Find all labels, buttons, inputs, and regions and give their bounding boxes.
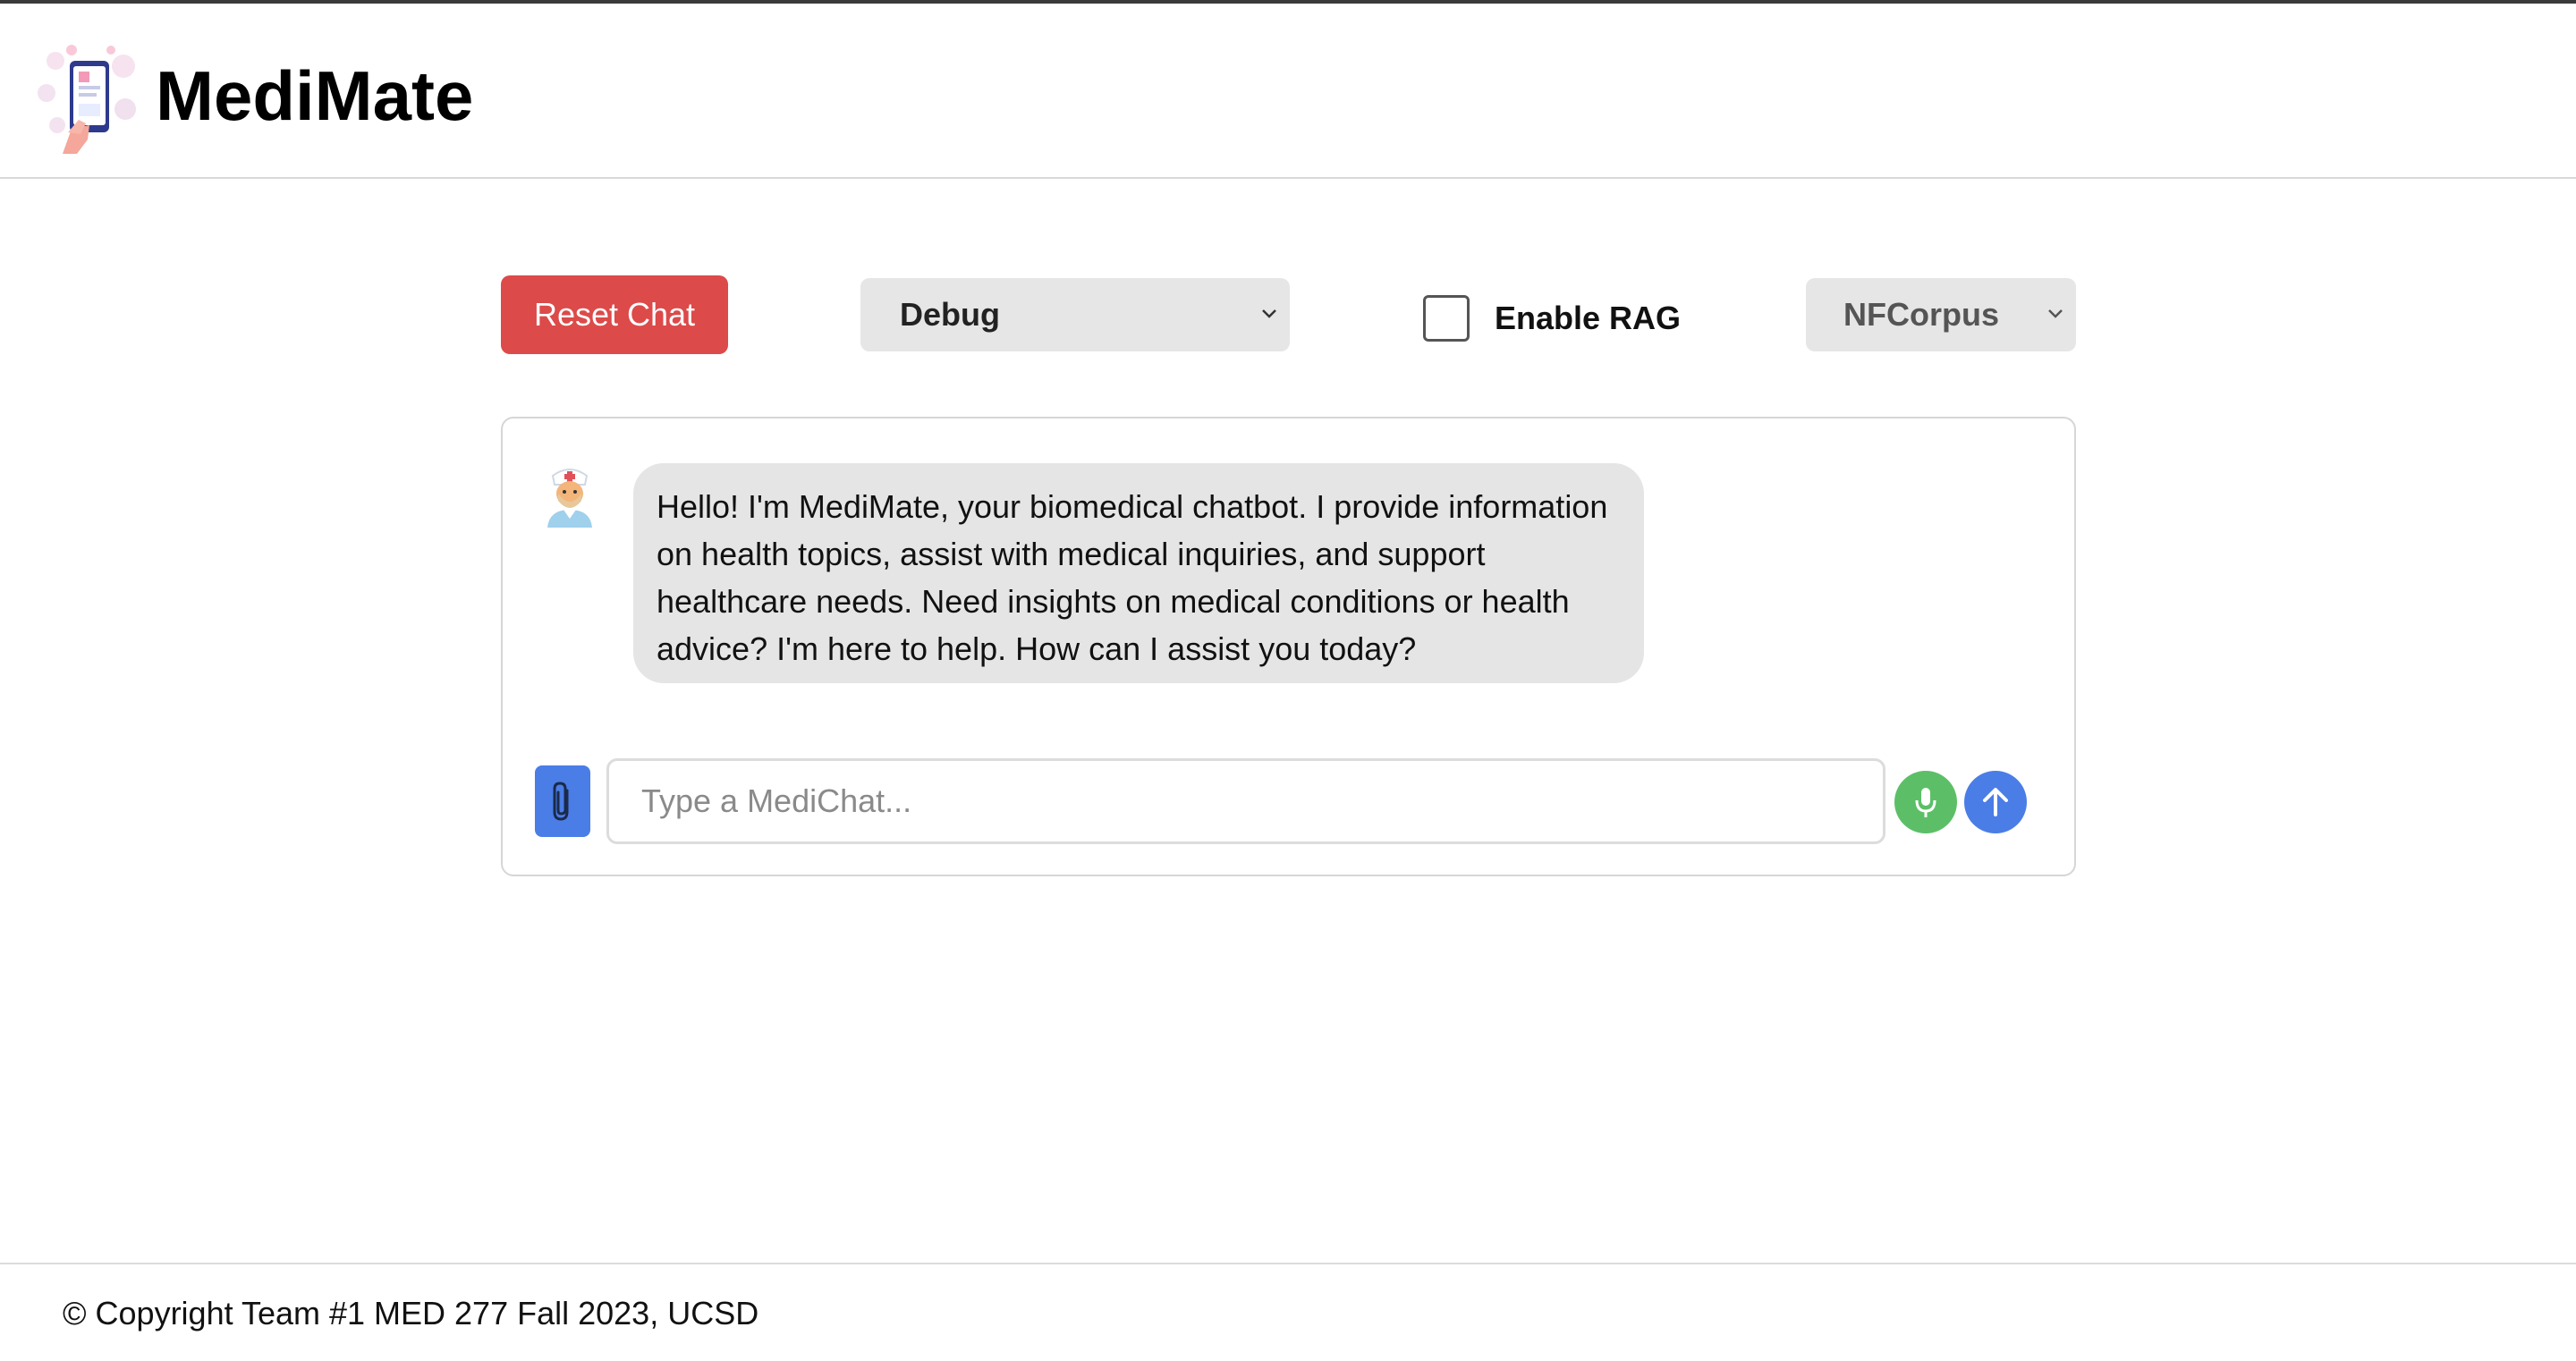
chevron-down-icon — [1262, 309, 1276, 318]
microphone-icon — [1915, 788, 1936, 817]
doctor-avatar-icon — [540, 463, 599, 528]
footer-divider — [0, 1263, 2576, 1264]
app-header: MediMate — [0, 4, 2576, 179]
app-logo-icon — [36, 39, 141, 154]
chat-panel: Hello! I'm MediMate, your biomedical cha… — [501, 417, 2076, 876]
attach-file-button[interactable] — [535, 765, 590, 837]
reset-chat-button[interactable]: Reset Chat — [501, 275, 728, 354]
enable-rag-checkbox[interactable] — [1423, 295, 1470, 342]
corpus-select-value: NFCorpus — [1843, 296, 1999, 333]
send-message-button[interactable] — [1964, 771, 2027, 833]
app-title: MediMate — [156, 56, 474, 135]
chevron-down-icon — [2048, 309, 2063, 318]
corpus-select[interactable]: NFCorpus — [1806, 278, 2076, 351]
enable-rag-label[interactable]: Enable RAG — [1495, 299, 1681, 338]
arrow-up-icon — [1983, 788, 2008, 816]
mode-select-value: Debug — [900, 296, 1000, 333]
microphone-button[interactable] — [1894, 771, 1957, 833]
mode-select[interactable]: Debug — [860, 278, 1290, 351]
chat-message-input[interactable] — [606, 758, 1885, 844]
footer-copyright: © Copyright Team #1 MED 277 Fall 2023, U… — [63, 1295, 759, 1331]
bot-message-bubble: Hello! I'm MediMate, your biomedical cha… — [633, 463, 1644, 683]
paperclip-icon — [553, 782, 569, 821]
